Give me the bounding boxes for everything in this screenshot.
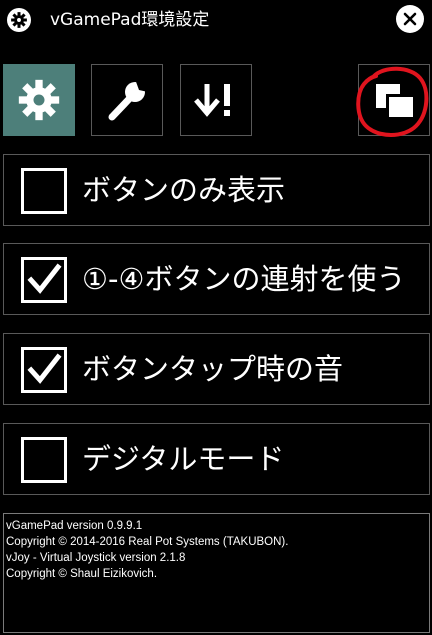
download-alert-icon [194,84,230,117]
option-label: ボタンのみ表示 [82,173,286,207]
checkbox-checked[interactable] [21,257,67,303]
version-line: vGamePad version 0.9.9.1 [6,520,143,532]
title-bar: vGamePad環境設定 [0,0,432,40]
checkmark-icon [27,263,62,294]
tools-tab-button[interactable] [91,64,163,136]
option-label: ボタンタップ時の音 [82,352,344,386]
settings-tab-button[interactable] [3,64,75,136]
wrench-icon [108,79,148,121]
gear-icon [18,79,60,121]
checkmark-icon [27,353,62,384]
window-layout-icon [376,84,414,118]
gear-icon [7,8,31,32]
option-rapid-fire[interactable]: ①-④ボタンの連射を使う [3,243,430,315]
window-mode-button[interactable] [358,64,430,136]
version-info-box: vGamePad version 0.9.9.1 Copyright © 201… [3,513,430,633]
option-buttons-only[interactable]: ボタンのみ表示 [3,154,430,226]
vjoy-version-line: vJoy - Virtual Joystick version 2.1.8 [6,552,186,564]
option-label: デジタルモード [82,442,285,476]
close-icon [403,12,417,26]
option-label: ①-④ボタンの連射を使う [82,262,406,296]
checkbox-checked[interactable] [21,347,67,393]
vjoy-copyright-line: Copyright © Shaul Eizikovich. [6,568,158,580]
update-tab-button[interactable] [180,64,252,136]
checkbox-unchecked[interactable] [21,437,67,483]
close-button[interactable] [396,5,424,33]
option-digital-mode[interactable]: デジタルモード [3,423,430,495]
window-title: vGamePad環境設定 [50,10,210,30]
checkbox-unchecked[interactable] [21,168,67,214]
copyright-line: Copyright © 2014-2016 Real Pot Systems (… [6,536,289,548]
option-tap-sound[interactable]: ボタンタップ時の音 [3,333,430,405]
